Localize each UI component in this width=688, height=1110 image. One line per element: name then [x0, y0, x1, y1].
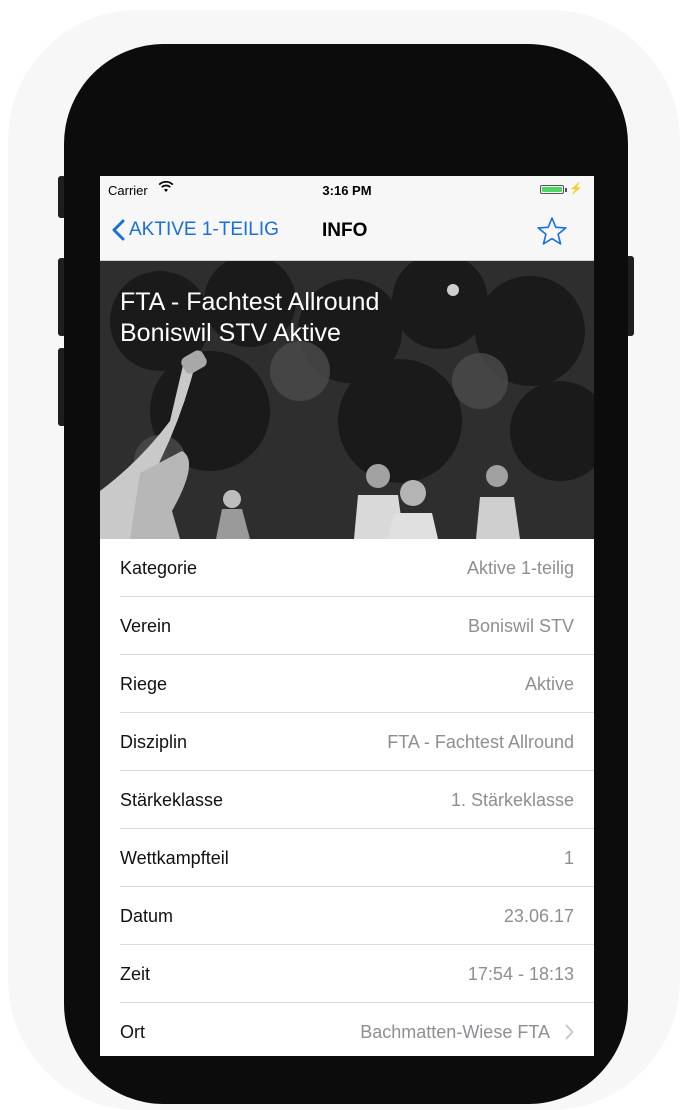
detail-row-riege: Riege Aktive	[100, 655, 594, 713]
chevron-left-icon	[112, 219, 125, 241]
row-value: 17:54 - 18:13	[467, 964, 574, 984]
row-value: 1	[563, 848, 574, 868]
detail-row-ort[interactable]: Ort Bachmatten-Wiese FTA	[100, 1003, 594, 1056]
row-label: Ort	[120, 1022, 145, 1042]
navigation-bar: AKTIVE 1-TEILIG INFO	[100, 202, 594, 261]
header-title: FTA - Fachtest Allround Boniswil STV Akt…	[120, 287, 379, 349]
detail-row-datum: Datum 23.06.17	[100, 887, 594, 945]
row-label: Wettkampfteil	[120, 848, 229, 868]
detail-row-zeit: Zeit 17:54 - 18:13	[100, 945, 594, 1003]
row-value: Aktive	[524, 674, 574, 694]
back-button-label: AKTIVE 1-TEILIG	[129, 219, 279, 240]
back-button[interactable]: AKTIVE 1-TEILIG	[112, 216, 279, 244]
details-table: Kategorie Aktive 1-teilig Verein Boniswi…	[100, 539, 594, 1056]
detail-row-wettkampfteil: Wettkampfteil 1	[100, 829, 594, 887]
battery-level	[542, 187, 562, 192]
detail-row-kategorie: Kategorie Aktive 1-teilig	[100, 539, 594, 597]
battery-tip	[565, 188, 567, 192]
header-photo: FTA - Fachtest Allround Boniswil STV Akt…	[100, 261, 594, 539]
row-value: FTA - Fachtest Allround	[387, 732, 574, 752]
chevron-right-icon	[565, 1024, 574, 1045]
row-value: Boniswil STV	[467, 616, 574, 636]
status-time: 3:16 PM	[322, 183, 372, 198]
favorite-button[interactable]	[536, 216, 568, 251]
row-label: Verein	[120, 616, 172, 636]
row-value: Bachmatten-Wiese FTA	[360, 1022, 550, 1042]
detail-row-verein: Verein Boniswil STV	[100, 597, 594, 655]
row-value: Aktive 1-teilig	[466, 558, 574, 578]
battery-icon	[540, 185, 564, 194]
page-title: INFO	[322, 220, 368, 241]
detail-row-staerkeklasse: Stärkeklasse 1. Stärkeklasse	[100, 771, 594, 829]
detail-row-disziplin: Disziplin FTA - Fachtest Allround	[100, 713, 594, 771]
row-value: 23.06.17	[503, 906, 574, 926]
status-bar: Carrier 3:16 PM ⚡	[100, 176, 594, 202]
row-label: Stärkeklasse	[120, 790, 224, 810]
row-label: Kategorie	[120, 558, 198, 578]
row-label: Zeit	[120, 964, 151, 984]
header-title-line2: Boniswil STV Aktive	[120, 319, 341, 347]
header-title-line1: FTA - Fachtest Allround	[120, 288, 380, 316]
row-label: Disziplin	[120, 732, 188, 752]
star-outline-icon	[537, 217, 567, 245]
charging-icon: ⚡	[569, 183, 583, 195]
row-label: Riege	[120, 674, 168, 694]
row-value: 1. Stärkeklasse	[450, 790, 574, 810]
app-screen: Carrier 3:16 PM ⚡ AKTIVE 1-TEILIG INFO F…	[100, 176, 594, 1056]
row-label: Datum	[120, 906, 174, 926]
